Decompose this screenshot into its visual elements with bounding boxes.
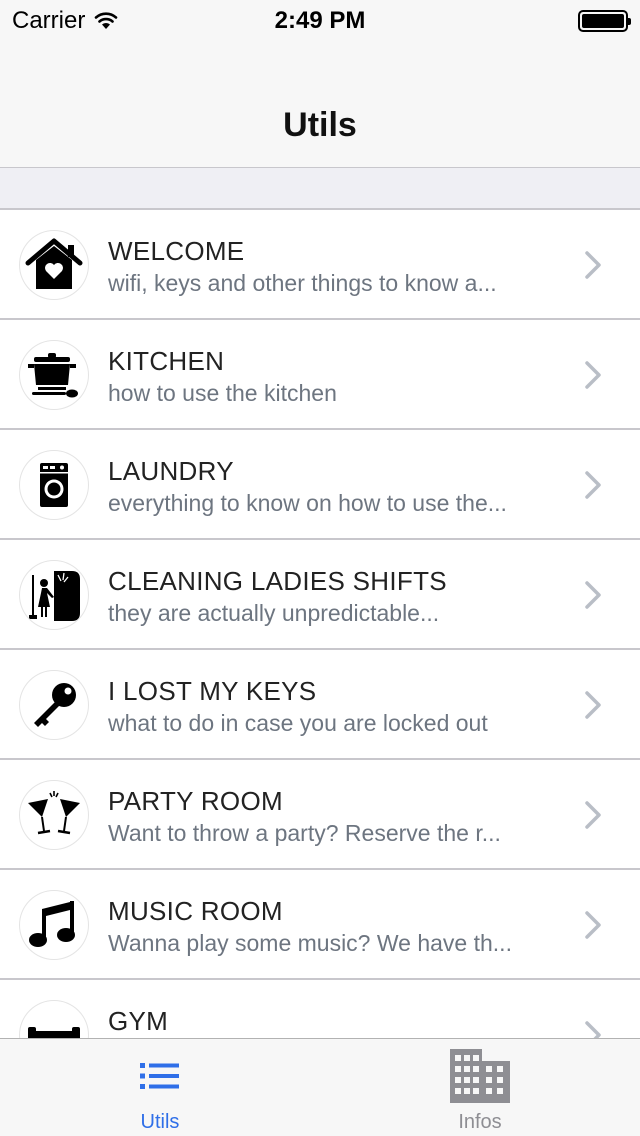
row-title: CLEANING LADIES SHIFTS bbox=[108, 566, 447, 596]
list-item-laundry[interactable]: LAUNDRY everything to know on how to use… bbox=[0, 430, 640, 540]
cocktail-glasses-icon bbox=[20, 781, 88, 849]
navigation-bar: Utils bbox=[0, 40, 640, 168]
tab-label: Utils bbox=[140, 1111, 180, 1133]
chevron-right-icon bbox=[585, 691, 601, 719]
key-icon bbox=[20, 671, 88, 739]
row-title: GYM bbox=[108, 1006, 169, 1036]
row-subtitle: wifi, keys and other things to know a... bbox=[108, 270, 497, 296]
tab-bar: Utils Infos bbox=[0, 1038, 640, 1136]
list-icon bbox=[140, 1063, 179, 1089]
list-item-gym[interactable]: GYM bbox=[0, 980, 640, 1038]
row-subtitle: Want to throw a party? Reserve the r... bbox=[108, 820, 501, 846]
row-subtitle: everything to know on how to use the... bbox=[108, 490, 507, 516]
row-title: I LOST MY KEYS bbox=[108, 676, 317, 706]
chevron-right-icon bbox=[585, 1021, 601, 1038]
tab-utils[interactable]: Utils bbox=[0, 1039, 320, 1136]
page-title: Utils bbox=[283, 106, 357, 144]
tab-infos[interactable]: Infos bbox=[320, 1039, 640, 1136]
chevron-right-icon bbox=[585, 251, 601, 279]
cleaning-lady-icon bbox=[20, 561, 88, 629]
chevron-right-icon bbox=[585, 361, 601, 389]
row-subtitle: Wanna play some music? We have th... bbox=[108, 930, 512, 956]
chevron-right-icon bbox=[585, 581, 601, 609]
washing-machine-icon bbox=[20, 451, 88, 519]
chevron-right-icon bbox=[585, 911, 601, 939]
list-item-lost-keys[interactable]: I LOST MY KEYS what to do in case you ar… bbox=[0, 650, 640, 760]
row-title: KITCHEN bbox=[108, 346, 225, 376]
building-icon bbox=[450, 1049, 510, 1103]
dumbbell-icon bbox=[20, 1001, 88, 1038]
list-item-kitchen[interactable]: KITCHEN how to use the kitchen bbox=[0, 320, 640, 430]
status-time: 2:49 PM bbox=[274, 7, 366, 34]
house-heart-icon bbox=[20, 231, 88, 299]
list-item-party-room[interactable]: PARTY ROOM Want to throw a party? Reserv… bbox=[0, 760, 640, 870]
cooking-pot-icon bbox=[20, 341, 88, 409]
row-title: LAUNDRY bbox=[108, 456, 234, 486]
battery-icon bbox=[578, 10, 631, 32]
list-item-cleaning-ladies[interactable]: CLEANING LADIES SHIFTS they are actually… bbox=[0, 540, 640, 650]
row-subtitle: how to use the kitchen bbox=[108, 380, 337, 406]
chevron-right-icon bbox=[585, 801, 601, 829]
row-title: PARTY ROOM bbox=[108, 786, 283, 816]
row-subtitle: they are actually unpredictable... bbox=[108, 600, 440, 626]
music-note-icon bbox=[20, 891, 88, 959]
row-title: MUSIC ROOM bbox=[108, 896, 283, 926]
list-item-music-room[interactable]: MUSIC ROOM Wanna play some music? We hav… bbox=[0, 870, 640, 980]
chevron-right-icon bbox=[585, 471, 601, 499]
tab-label: Infos bbox=[458, 1111, 502, 1133]
row-subtitle: what to do in case you are locked out bbox=[108, 710, 488, 736]
row-title: WELCOME bbox=[108, 236, 245, 266]
screen: Carrier 2:49 PM Utils WELCOME wifi, keys… bbox=[0, 0, 640, 1136]
utils-table[interactable]: WELCOME wifi, keys and other things to k… bbox=[0, 208, 640, 1038]
list-item-welcome[interactable]: WELCOME wifi, keys and other things to k… bbox=[0, 210, 640, 320]
status-bar: Carrier 2:49 PM bbox=[0, 0, 640, 40]
status-right bbox=[578, 10, 631, 32]
